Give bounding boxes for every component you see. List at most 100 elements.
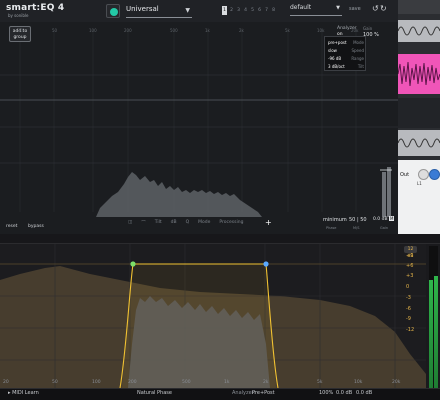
phase-value[interactable]: minimum — [323, 217, 347, 223]
output-gain-label: Gain — [380, 226, 389, 230]
freq-label: 1k — [205, 28, 210, 33]
profile-select[interactable]: Universal ▼ — [126, 4, 192, 18]
secondary-freq-labels: 20 50 100 200 500 1k 2k 5k 10k 20k — [0, 380, 426, 386]
analyzer-footer-value[interactable]: Pre+Post — [252, 390, 275, 396]
ms-label: M/S — [353, 226, 360, 230]
channel-out-label: Out — [400, 172, 410, 178]
midi-learn-label: MIDI Learn — [12, 390, 39, 396]
freq-label: 2k — [263, 380, 269, 385]
curve-icon[interactable]: ⌒ — [141, 220, 146, 228]
analyzer-range-value: -96 dB — [328, 56, 342, 61]
db-tick: -12 — [406, 327, 415, 333]
profile-value: Universal — [126, 5, 159, 13]
redo-icon[interactable]: ↻ — [380, 4, 387, 13]
analyzer-mode-value: pre+post — [328, 40, 347, 45]
secondary-eq-graph[interactable] — [0, 244, 426, 388]
analyzer-tilt-value: 3 dB/oct — [328, 64, 345, 69]
audio-waveform — [398, 20, 440, 42]
meter-bar-right — [434, 276, 438, 388]
output-gain-value[interactable]: 0.0 dB — [373, 217, 388, 222]
preset-select[interactable]: default ▼ — [290, 4, 342, 16]
freq-label: 20k — [351, 28, 359, 33]
freq-label: 20 — [18, 28, 24, 33]
undo-icon[interactable]: ↺ — [372, 4, 379, 13]
control-label-q[interactable]: Q — [186, 220, 190, 228]
analyzer-tilt-key: Tilt — [357, 64, 364, 69]
db-tick: +9 — [406, 253, 414, 259]
channel-knob-icon[interactable] — [418, 169, 429, 180]
freq-label: 5k — [317, 380, 323, 385]
analyzer-mode-key: Mode — [353, 40, 364, 45]
slot-4[interactable]: 4 — [243, 6, 248, 15]
channel-name: L1 — [417, 181, 422, 186]
db-tick: +6 — [406, 263, 414, 269]
reset-button[interactable]: reset — [6, 224, 17, 229]
freq-label: 20k — [392, 380, 401, 385]
bypass-button[interactable]: bypass — [28, 224, 44, 229]
out-meter-right — [387, 167, 391, 217]
control-label-tilt[interactable]: Tilt — [155, 220, 162, 228]
phase-mode-select[interactable]: Natural Phase — [137, 390, 172, 396]
ms-value[interactable]: 50 | 50 — [349, 217, 367, 223]
slot-1[interactable]: 1 — [222, 6, 227, 15]
track-lane — [398, 98, 440, 128]
channel-strip: Out L1 — [398, 160, 440, 234]
output-level-meter — [429, 246, 438, 388]
freq-label: 1k — [224, 380, 230, 385]
freq-label: 50 — [52, 380, 58, 385]
secondary-eq-header — [0, 234, 440, 244]
control-label-mode[interactable]: Mode — [198, 220, 210, 228]
add-to-group-line2: group — [13, 35, 27, 40]
freq-label: 100 — [89, 28, 97, 33]
freq-label: 500 — [182, 380, 191, 385]
phase-label: Phase — [326, 226, 337, 230]
slot-6[interactable]: 6 — [257, 6, 262, 15]
out-meter-left — [382, 172, 386, 217]
snapshot-slots: 1 2 3 4 5 6 7 8 — [222, 6, 276, 15]
db-tick: +3 — [406, 273, 414, 279]
meter-bar-left — [429, 280, 433, 388]
analyzer-range-key: Range — [351, 56, 364, 61]
slot-2[interactable]: 2 — [229, 6, 234, 15]
analyzer-speed-key: Speed — [351, 48, 364, 53]
freq-label: 500 — [170, 28, 178, 33]
power-indicator-icon — [110, 8, 118, 16]
slot-5[interactable]: 5 — [250, 6, 255, 15]
output-gain-footer[interactable]: 0.0 dB — [336, 390, 352, 396]
slot-7[interactable]: 7 — [264, 6, 269, 15]
freq-label: 5k — [285, 28, 290, 33]
plugin-logo: smart:EQ 4 — [6, 3, 65, 13]
db-tick: -9 — [406, 316, 411, 322]
power-button[interactable] — [106, 4, 120, 18]
analyzer-tilt-row[interactable]: 3 dB/oct Tilt — [328, 64, 366, 70]
db-tick: 0 — [406, 284, 410, 290]
db-range-badge[interactable]: 12 dB — [404, 246, 417, 259]
freq-label: 10k — [354, 380, 363, 385]
filter-node-low — [130, 261, 136, 267]
save-button[interactable]: save — [349, 6, 361, 12]
pink-audio-clip — [398, 54, 440, 94]
slot-3[interactable]: 3 — [236, 6, 241, 15]
analyzer-speed-row[interactable]: slow Speed — [328, 48, 366, 54]
slot-8[interactable]: 8 — [271, 6, 276, 15]
output-pan-footer[interactable]: 0.0 dB — [356, 390, 372, 396]
eq-freq-labels: 20 50 100 200 500 1k 2k 5k 10k 20k — [0, 28, 398, 34]
secondary-eq-footer — [0, 388, 440, 400]
analyzer-speed-value: slow — [328, 48, 337, 53]
chevron-down-icon: ▼ — [185, 7, 190, 14]
control-label-processing[interactable]: Processing — [219, 220, 243, 228]
channel-monitor-icon[interactable] — [429, 169, 440, 180]
analyzer-range-row[interactable]: -96 dB Range — [328, 56, 366, 62]
output-mode-badge[interactable]: M — [389, 216, 395, 221]
filter-type-icon[interactable]: ◫ — [128, 220, 132, 228]
control-label-db[interactable]: dB — [171, 220, 177, 228]
freq-label: 200 — [128, 380, 137, 385]
freq-label: 2k — [239, 28, 244, 33]
filter-band-fill — [122, 264, 276, 388]
zoom-value[interactable]: 100% — [319, 390, 333, 396]
add-band-icon[interactable]: + — [265, 218, 272, 227]
midi-learn-button[interactable]: ▸ MIDI Learn — [8, 390, 39, 396]
db-scale: +9 +6 +3 0 -3 -6 -9 -12 — [406, 253, 426, 373]
db-tick: -6 — [406, 306, 411, 312]
analyzer-mode-row[interactable]: pre+post Mode — [328, 40, 366, 46]
